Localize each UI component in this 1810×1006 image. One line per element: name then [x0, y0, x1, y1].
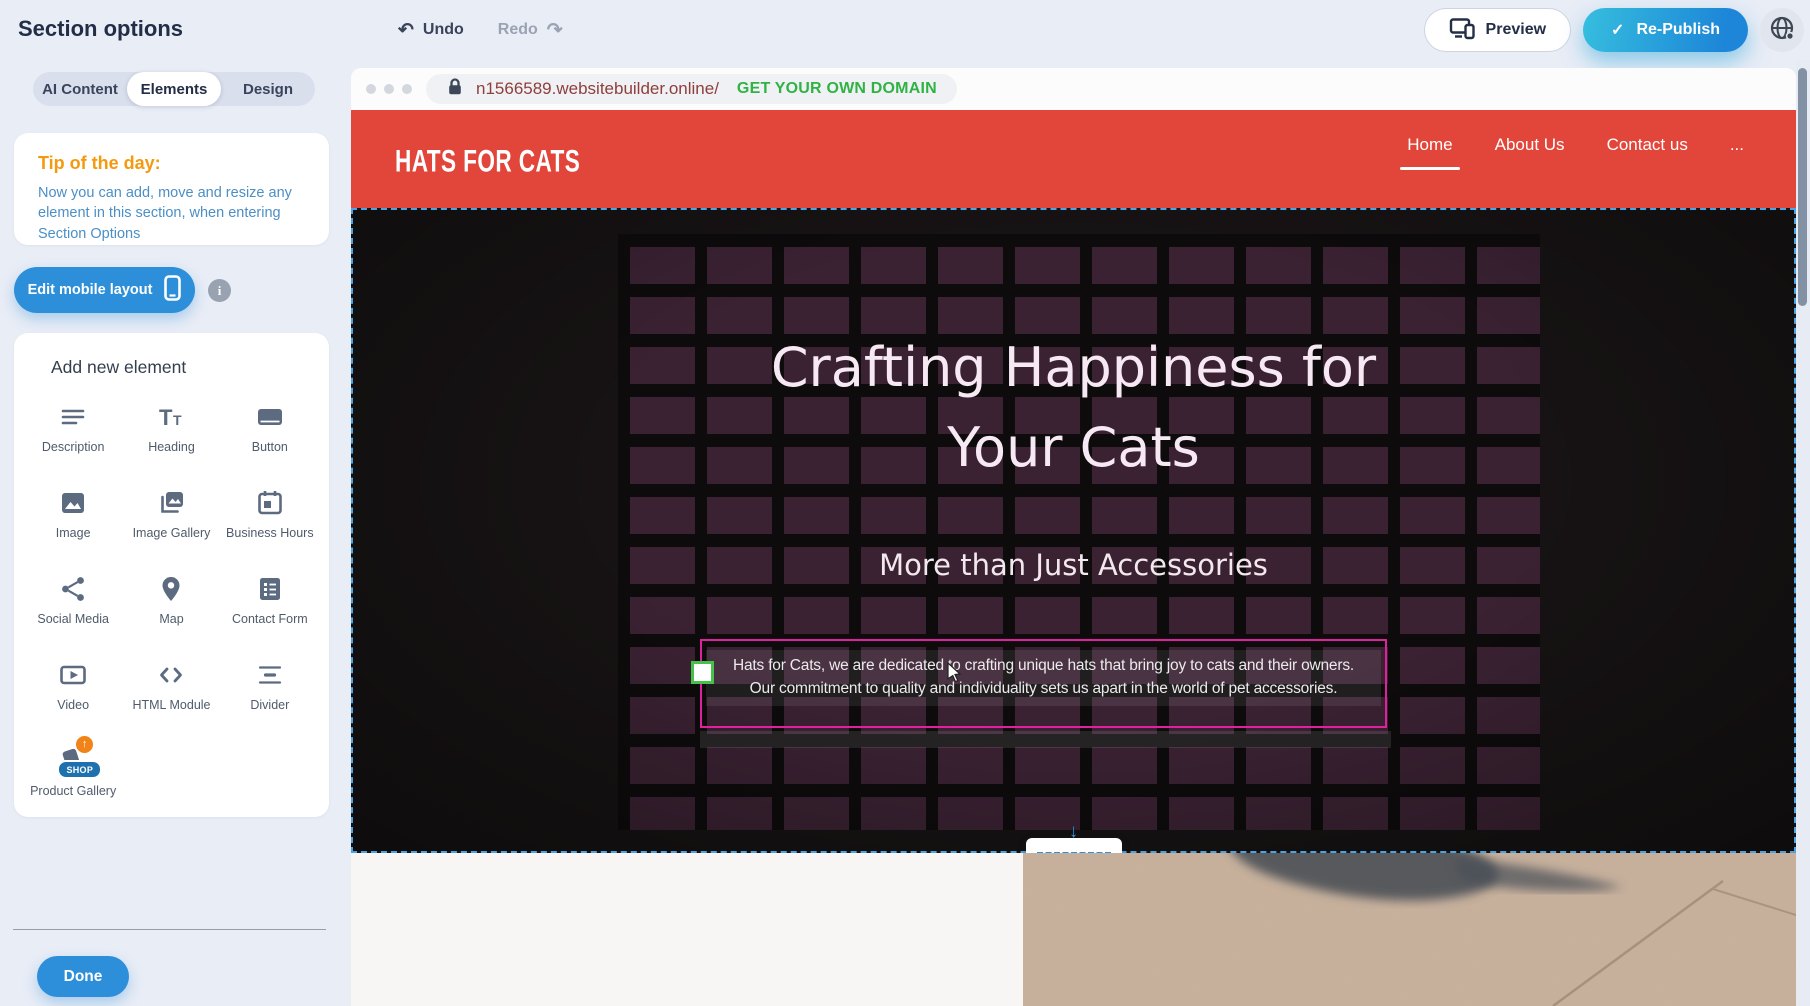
- tip-title: Tip of the day:: [38, 153, 305, 174]
- preview-button[interactable]: Preview: [1424, 8, 1571, 52]
- hero-heading[interactable]: Crafting Happiness for Your Cats: [353, 328, 1794, 488]
- undo-button[interactable]: ↶ Undo: [398, 21, 464, 40]
- heading-icon: T T: [154, 400, 188, 434]
- site-logo[interactable]: HATS FOR CATS: [395, 145, 580, 181]
- element-video[interactable]: Video: [24, 652, 122, 734]
- site-nav: Home About Us Contact us ...: [1407, 110, 1744, 180]
- done-label: Done: [64, 968, 103, 986]
- phone-icon: [164, 275, 181, 305]
- business-hours-icon: [253, 486, 287, 520]
- republish-button[interactable]: ✓ Re-Publish: [1583, 8, 1748, 52]
- site-url: n1566589.websitebuilder.online/: [476, 79, 719, 99]
- shop-badge: SHOP: [57, 760, 102, 779]
- selection-resize-handle[interactable]: [691, 661, 714, 684]
- window-dot: [366, 84, 376, 94]
- nav-more[interactable]: ...: [1730, 135, 1744, 155]
- sidebar-divider: [13, 929, 326, 930]
- hero-paragraph: Hats for Cats, we are dedicated to craft…: [682, 654, 1405, 700]
- hero-paragraph-line2: Our commitment to quality and individual…: [682, 677, 1405, 700]
- undo-label: Undo: [423, 21, 464, 39]
- nav-about-us[interactable]: About Us: [1495, 135, 1565, 155]
- devices-icon: [1449, 16, 1475, 45]
- redo-label: Redo: [498, 21, 538, 39]
- republish-label: Re-Publish: [1636, 21, 1720, 39]
- info-icon[interactable]: i: [208, 279, 231, 302]
- globe-icon: [1769, 15, 1795, 46]
- add-element-card: Add new element Description T T Heading: [14, 333, 329, 817]
- video-icon: [56, 658, 90, 692]
- tab-ai-content[interactable]: AI Content: [33, 72, 127, 106]
- site-header: HATS FOR CATS Home About Us Contact us .…: [351, 110, 1796, 208]
- preview-label: Preview: [1486, 21, 1546, 39]
- element-html-module[interactable]: HTML Module: [122, 652, 220, 734]
- product-gallery-icon: ↑ SHOP: [56, 744, 90, 778]
- tab-elements[interactable]: Elements: [127, 72, 221, 106]
- mouse-cursor: [947, 662, 965, 687]
- redo-button[interactable]: Redo ↷: [498, 21, 563, 40]
- next-section-background: [351, 853, 1023, 1006]
- element-button[interactable]: Button: [221, 394, 319, 476]
- language-globe-button[interactable]: [1760, 8, 1804, 52]
- tip-body: Now you can add, move and resize any ele…: [38, 183, 305, 244]
- page-title: Section options: [18, 16, 183, 42]
- svg-text:T: T: [173, 412, 182, 428]
- map-icon: [154, 572, 188, 606]
- element-description[interactable]: Description: [24, 394, 122, 476]
- panel-tabs: AI Content Elements Design: [33, 72, 315, 106]
- element-image[interactable]: Image: [24, 480, 122, 562]
- hero-paragraph-line1: Hats for Cats, we are dedicated to craft…: [682, 654, 1405, 677]
- lock-icon: [446, 77, 464, 101]
- add-element-title: Add new element: [51, 357, 319, 378]
- image-icon: [56, 486, 90, 520]
- check-icon: ✓: [1611, 20, 1624, 40]
- tab-design[interactable]: Design: [221, 72, 315, 106]
- redo-icon: ↷: [547, 21, 563, 40]
- hero-section-selected[interactable]: Crafting Happiness for Your Cats More th…: [351, 208, 1796, 853]
- contact-form-icon: [253, 572, 287, 606]
- hero-shade-overlay: [353, 210, 1794, 851]
- hero-subheading[interactable]: More than Just Accessories: [353, 548, 1794, 582]
- element-contact-form[interactable]: Contact Form: [221, 566, 319, 648]
- window-dot: [384, 84, 394, 94]
- history-controls: ↶ Undo Redo ↷: [398, 0, 563, 60]
- element-business-hours[interactable]: Business Hours: [221, 480, 319, 562]
- element-product-gallery[interactable]: ↑ SHOP Product Gallery: [24, 738, 122, 820]
- element-social-media[interactable]: Social Media: [24, 566, 122, 648]
- upgrade-badge: ↑: [75, 735, 94, 754]
- image-gallery-icon: [154, 486, 188, 520]
- nav-contact-us[interactable]: Contact us: [1607, 135, 1688, 155]
- edit-mobile-label: Edit mobile layout: [28, 282, 153, 298]
- browser-chrome: n1566589.websitebuilder.online/ GET YOUR…: [351, 68, 1796, 110]
- done-button[interactable]: Done: [37, 956, 129, 997]
- svg-text:T: T: [159, 405, 173, 430]
- undo-icon: ↶: [398, 21, 414, 40]
- social-media-icon: [56, 572, 90, 606]
- html-module-icon: [154, 658, 188, 692]
- element-divider[interactable]: Divider: [221, 652, 319, 734]
- element-image-gallery[interactable]: Image Gallery: [122, 480, 220, 562]
- arrow-down-icon: ↓: [1069, 822, 1079, 841]
- description-icon: [56, 400, 90, 434]
- floor-photo: [1023, 853, 1796, 1006]
- tip-of-the-day-card: Tip of the day: Now you can add, move an…: [14, 133, 329, 245]
- window-dot: [402, 84, 412, 94]
- get-domain-link[interactable]: GET YOUR OWN DOMAIN: [737, 80, 937, 98]
- topbar-actions: Preview ✓ Re-Publish: [1424, 8, 1804, 52]
- button-icon: [253, 400, 287, 434]
- scrollbar-thumb[interactable]: [1798, 68, 1807, 306]
- element-heading[interactable]: T T Heading: [122, 394, 220, 476]
- edit-mobile-layout-button[interactable]: Edit mobile layout: [14, 267, 195, 313]
- nav-home[interactable]: Home: [1407, 135, 1452, 155]
- element-map[interactable]: Map: [122, 566, 220, 648]
- address-bar[interactable]: n1566589.websitebuilder.online/ GET YOUR…: [426, 74, 957, 104]
- window-dots: [366, 84, 412, 94]
- divider-icon: [253, 658, 287, 692]
- element-grid: Description T T Heading Button: [24, 394, 319, 820]
- paragraph-hover-strip: [700, 731, 1391, 748]
- selected-text-element[interactable]: Hats for Cats, we are dedicated to craft…: [700, 639, 1387, 728]
